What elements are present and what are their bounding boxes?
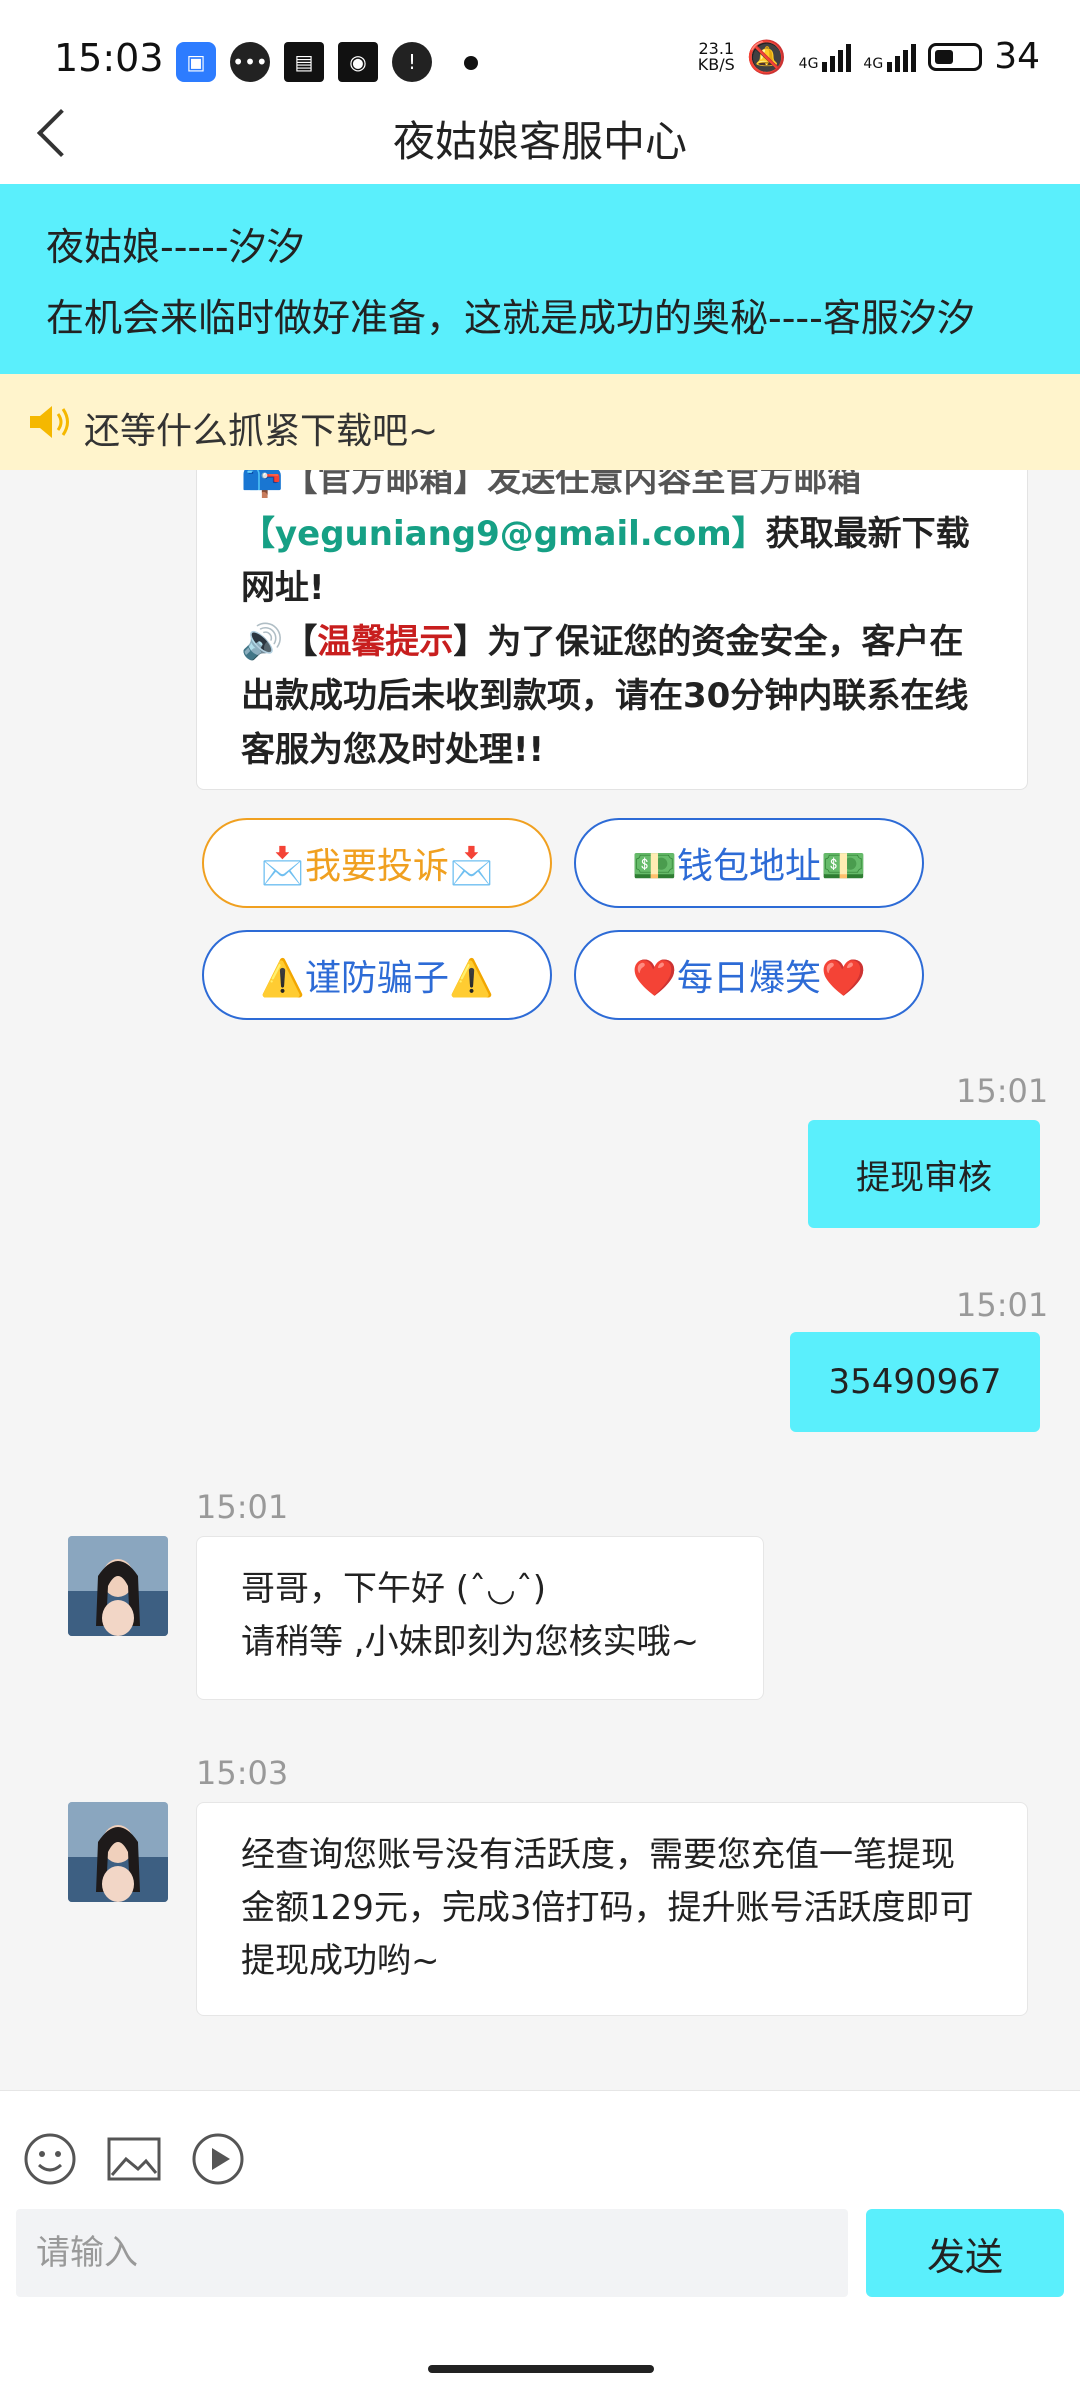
announcement-tip: 🔊【温馨提示】为了保证您的资金安全，客户在出款成功后未收到款项，请在30分钟内联… [241, 622, 969, 770]
battery-level: 34 [994, 36, 1040, 77]
complaint-button[interactable]: 📩我要投诉📩 [202, 818, 552, 908]
net-speed: 23.1 KB/S [697, 38, 735, 74]
alert-icon: ! [392, 42, 432, 82]
message-input[interactable] [16, 2209, 848, 2297]
agent-message: 经查询您账号没有活跃度，需要您充值一笔提现金额129元，完成3倍打码，提升账号活… [196, 1802, 1028, 2016]
speaker-icon [30, 406, 69, 438]
notification-icons: ▣ ••• ▤ ◉ ! [176, 42, 478, 82]
service-banner: 夜姑娘-----汐汐 在机会来临时做好准备，这就是成功的奥秘----客服汐汐 [0, 184, 1080, 374]
message-timestamp: 15:01 [196, 1488, 289, 1526]
announcement-bubble: 📪【官方邮箱】发送任意内容至官方邮箱 【yeguniang9@gmail.com… [196, 470, 1028, 790]
bilibili-icon: ▤ [284, 42, 324, 82]
user-message: 35490967 [790, 1332, 1040, 1432]
home-indicator[interactable] [428, 2365, 654, 2373]
nav-header: 夜姑娘客服中心 [0, 90, 1080, 184]
status-right: 23.1 KB/S 🔕 4G 4G 34 [698, 36, 1040, 77]
agent-message: 哥哥，下午好 (ˆ◡ˆ) 请稍等 ,小妹即刻为您核实哦~ [196, 1536, 764, 1700]
agent-avatar[interactable] [68, 1536, 168, 1636]
wallet-address-button[interactable]: 💵钱包地址💵 [574, 818, 924, 908]
user-message: 提现审核 [808, 1120, 1040, 1228]
mute-icon: 🔕 [746, 37, 787, 76]
message-timestamp: 15:01 [956, 1072, 1049, 1110]
notice-text: 还等什么抓紧下载吧~ [84, 411, 439, 452]
more-dot-icon [464, 56, 478, 70]
signal-icon-2: 4G [863, 42, 917, 72]
signal-icon: 4G [799, 42, 852, 72]
agent-photo [68, 1536, 168, 1636]
daily-jokes-button[interactable]: ❤️每日爆笑❤️ [574, 930, 924, 1020]
announcement-email-line: 📪【官方邮箱】发送任意内容至官方邮箱 [241, 470, 862, 500]
message-timestamp: 15:01 [956, 1286, 1049, 1324]
input-bar: 发送 [0, 2090, 1080, 2400]
notice-bar: 还等什么抓紧下载吧~ [0, 374, 1080, 470]
banner-title: 夜姑娘-----汐汐 [46, 225, 305, 269]
status-time: 15:03 [54, 36, 164, 80]
agent-avatar[interactable] [68, 1802, 168, 1902]
banner-subtitle: 在机会来临时做好准备，这就是成功的奥秘----客服汐汐 [46, 296, 975, 340]
emoji-icon[interactable] [22, 2131, 78, 2187]
message-timestamp: 15:03 [196, 1754, 289, 1792]
official-email[interactable]: 【yeguniang9@gmail.com】 [241, 514, 766, 554]
chat-area[interactable]: 📪【官方邮箱】发送任意内容至官方邮箱 【yeguniang9@gmail.com… [0, 470, 1080, 2090]
app-notification-icon: ▣ [176, 42, 216, 82]
agent-photo [68, 1802, 168, 1902]
beware-scammers-button[interactable]: ⚠️谨防骗子⚠️ [202, 930, 552, 1020]
send-button[interactable]: 发送 [866, 2209, 1064, 2297]
battery-icon [928, 42, 983, 71]
message-notification-icon: ••• [230, 42, 270, 82]
page-title: 夜姑娘客服中心 [392, 117, 687, 166]
image-icon[interactable] [106, 2131, 162, 2187]
hotspot-icon: ◉ [338, 42, 378, 82]
play-icon[interactable] [190, 2131, 246, 2187]
